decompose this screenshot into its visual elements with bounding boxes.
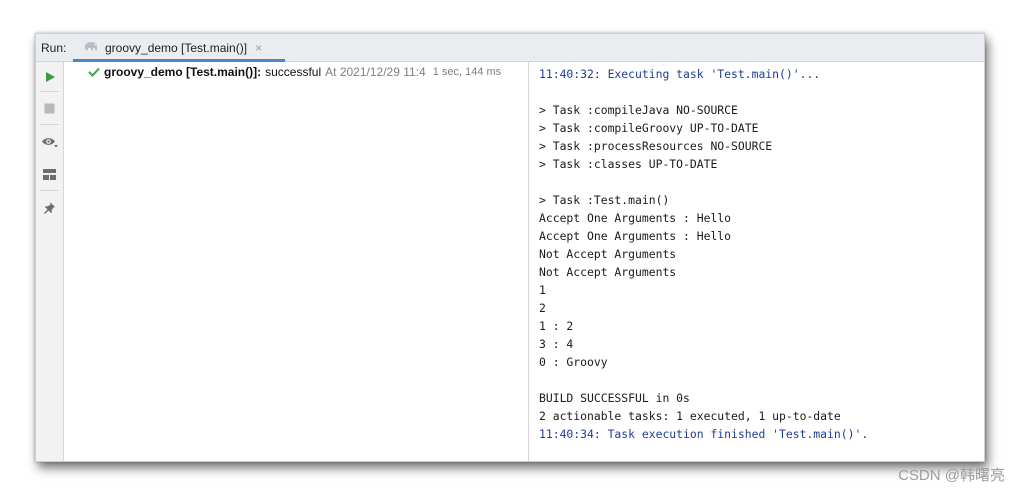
pin-tab-button[interactable] [39, 196, 60, 218]
run-icon [45, 72, 55, 82]
console-line: > Task :processResources NO-SOURCE [539, 139, 773, 153]
run-tool-window: Run: groovy_demo [Test.main()] × groovy_… [35, 33, 985, 462]
close-icon[interactable]: × [255, 41, 262, 55]
gradle-elephant-icon [83, 40, 99, 55]
toggle-layout-button[interactable] [39, 163, 60, 185]
console-line: 2 [539, 301, 546, 315]
console-line: > Task :classes UP-TO-DATE [539, 157, 718, 171]
rerun-button[interactable] [39, 66, 60, 88]
run-label: Run: [41, 41, 67, 55]
tab-label: groovy_demo [Test.main()] [105, 40, 248, 55]
console-output[interactable]: 11:40:32: Executing task 'Test.main()'..… [529, 62, 984, 461]
task-duration: 1 sec, 144 ms [432, 66, 502, 78]
stop-button[interactable] [39, 97, 60, 119]
run-toolbar [36, 62, 64, 461]
check-icon [88, 67, 100, 77]
task-status: successful [265, 65, 322, 79]
tab-groovy-demo[interactable]: groovy_demo [Test.main()] × [73, 34, 285, 62]
stop-icon [44, 103, 55, 113]
console-line: Not Accept Arguments [539, 265, 677, 279]
run-header: Run: groovy_demo [Test.main()] × [36, 34, 984, 62]
task-timestamp: At 2021/12/29 11:4 [325, 65, 426, 79]
tree-row[interactable]: groovy_demo [Test.main()]: successful At… [88, 65, 501, 79]
console-line: 2 actionable tasks: 1 executed, 1 up-to-… [539, 409, 841, 423]
console-line: > Task :compileGroovy UP-TO-DATE [539, 121, 759, 135]
watermark: CSDN @韩曙亮 [898, 467, 1005, 484]
console-line: 1 [539, 283, 546, 297]
toolbar-divider [40, 91, 59, 92]
console-line: Accept One Arguments : Hello [539, 211, 732, 225]
console-line: 1 : 2 [539, 319, 574, 333]
console-line: 3 : 4 [539, 337, 574, 351]
toolbar-divider [40, 124, 59, 125]
console-line: 11:40:34: Task execution finished 'Test.… [539, 427, 869, 441]
console-line: 0 : Groovy [539, 355, 608, 369]
console-line: > Task :compileJava NO-SOURCE [539, 103, 738, 117]
toolbar-divider [40, 190, 59, 191]
pin-icon [44, 201, 55, 214]
console-line: 11:40:32: Executing task 'Test.main()'..… [539, 67, 821, 81]
console-line: Accept One Arguments : Hello [539, 229, 732, 243]
console-line: Not Accept Arguments [539, 247, 677, 261]
eye-icon [41, 138, 58, 148]
task-name: groovy_demo [Test.main()]: [104, 65, 262, 79]
console-line: > Task :Test.main() [539, 193, 670, 207]
build-tree: groovy_demo [Test.main()]: successful At… [64, 62, 529, 461]
console-line: BUILD SUCCESSFUL in 0s [539, 391, 690, 405]
view-options-button[interactable] [39, 131, 60, 153]
layout-icon [43, 168, 56, 180]
